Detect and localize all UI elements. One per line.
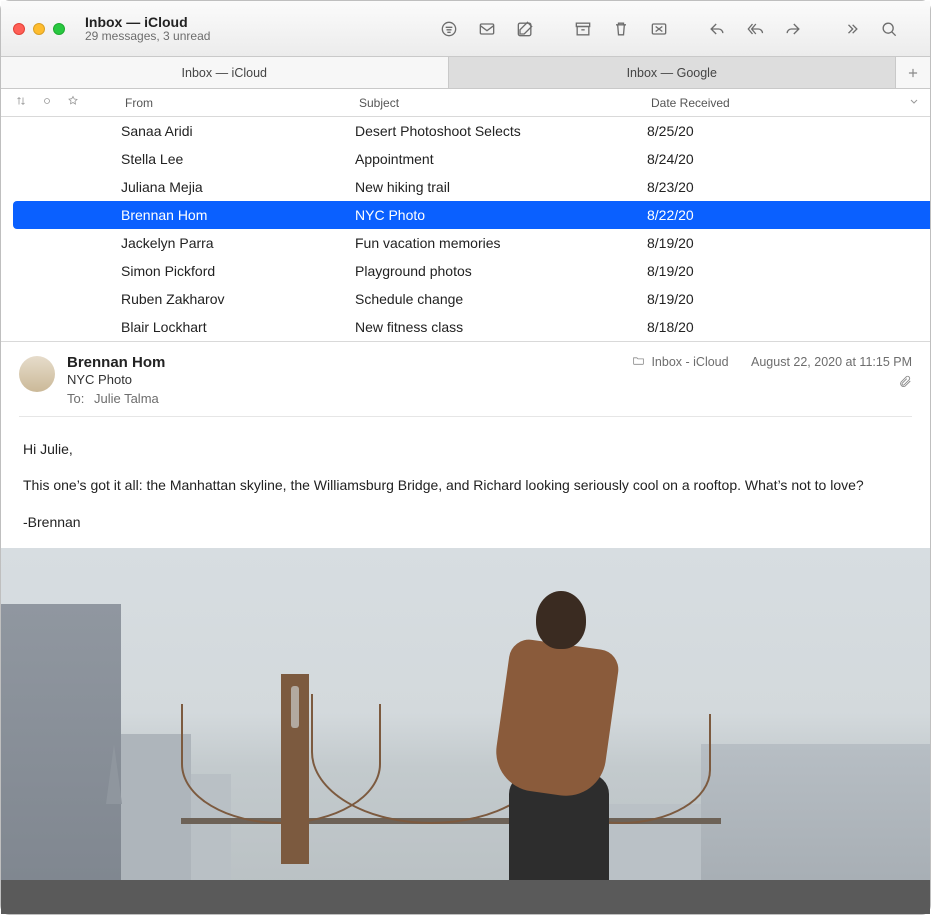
archive-button[interactable] xyxy=(564,15,602,43)
row-from: Jackelyn Parra xyxy=(121,235,355,251)
zoom-window-button[interactable] xyxy=(53,23,65,35)
body-paragraph: This one’s got it all: the Manhattan sky… xyxy=(23,475,908,495)
get-mail-button[interactable] xyxy=(468,15,506,43)
header-divider xyxy=(19,416,912,417)
row-subject: Playground photos xyxy=(355,263,647,279)
filter-button[interactable] xyxy=(430,15,468,43)
message-row[interactable]: Blair LockhartNew fitness class8/18/20 xyxy=(1,313,930,341)
window-title-block: Inbox — iCloud 29 messages, 3 unread xyxy=(85,14,210,44)
message-from: Brennan Hom xyxy=(67,354,620,371)
toolbar xyxy=(420,15,918,43)
tab-label: Inbox — iCloud xyxy=(182,66,267,80)
close-window-button[interactable] xyxy=(13,23,25,35)
column-header-from[interactable]: From xyxy=(121,96,355,110)
row-from: Stella Lee xyxy=(121,151,355,167)
row-subject: Appointment xyxy=(355,151,647,167)
row-date: 8/18/20 xyxy=(647,319,930,335)
message-body: Hi Julie, This one’s got it all: the Manh… xyxy=(1,425,930,548)
more-toolbar-button[interactable] xyxy=(832,15,870,43)
row-subject: NYC Photo xyxy=(355,207,647,223)
row-from: Sanaa Aridi xyxy=(121,123,355,139)
row-from: Ruben Zakharov xyxy=(121,291,355,307)
row-date: 8/23/20 xyxy=(647,179,930,195)
message-mailbox: Inbox - iCloud xyxy=(651,355,728,369)
row-date: 8/19/20 xyxy=(647,235,930,251)
row-date: 8/19/20 xyxy=(647,291,930,307)
message-row[interactable]: Jackelyn ParraFun vacation memories8/19/… xyxy=(1,229,930,257)
tab-inbox-google[interactable]: Inbox — Google xyxy=(449,57,897,88)
row-date: 8/24/20 xyxy=(647,151,930,167)
message-row[interactable]: Sanaa AridiDesert Photoshoot Selects8/25… xyxy=(1,117,930,145)
flag-filter-icon[interactable] xyxy=(67,95,79,110)
body-paragraph: -Brennan xyxy=(23,512,908,532)
row-subject: Desert Photoshoot Selects xyxy=(355,123,647,139)
message-header: Brennan Hom NYC Photo To: Julie Talma In… xyxy=(1,341,930,425)
message-location: Inbox - iCloud August 22, 2020 at 11:15 … xyxy=(632,354,912,370)
compose-button[interactable] xyxy=(506,15,544,43)
folder-icon xyxy=(632,354,645,370)
new-tab-button[interactable] xyxy=(896,57,930,88)
row-date: 8/22/20 xyxy=(647,207,930,223)
message-row[interactable]: Ruben ZakharovSchedule change8/19/20 xyxy=(1,285,930,313)
minimize-window-button[interactable] xyxy=(33,23,45,35)
reply-all-button[interactable] xyxy=(736,15,774,43)
row-subject: Fun vacation memories xyxy=(355,235,647,251)
junk-button[interactable] xyxy=(640,15,678,43)
message-row[interactable]: Simon PickfordPlayground photos8/19/20 xyxy=(1,257,930,285)
message-subject: NYC Photo xyxy=(67,372,620,387)
tab-bar: Inbox — iCloud Inbox — Google xyxy=(1,57,930,89)
window-title: Inbox — iCloud xyxy=(85,14,210,30)
to-label: To: xyxy=(67,391,84,406)
tab-inbox-icloud[interactable]: Inbox — iCloud xyxy=(1,57,449,88)
message-list: Sanaa AridiDesert Photoshoot Selects8/25… xyxy=(1,117,930,341)
attachment-icon xyxy=(898,374,912,391)
titlebar: Inbox — iCloud 29 messages, 3 unread xyxy=(1,1,930,57)
attachment-image xyxy=(1,548,930,914)
to-value: Julie Talma xyxy=(94,391,159,406)
row-from: Blair Lockhart xyxy=(121,319,355,335)
body-paragraph: Hi Julie, xyxy=(23,439,908,459)
search-button[interactable] xyxy=(870,15,908,43)
forward-button[interactable] xyxy=(774,15,812,43)
row-subject: Schedule change xyxy=(355,291,647,307)
message-row[interactable]: Stella LeeAppointment8/24/20 xyxy=(1,145,930,173)
message-row[interactable]: Brennan HomNYC Photo8/22/20 xyxy=(13,201,930,229)
message-row[interactable]: Juliana MejiaNew hiking trail8/23/20 xyxy=(1,173,930,201)
row-date: 8/19/20 xyxy=(647,263,930,279)
unread-filter-icon[interactable] xyxy=(41,95,53,110)
sort-icon[interactable] xyxy=(15,95,27,110)
tab-label: Inbox — Google xyxy=(627,66,717,80)
row-subject: New fitness class xyxy=(355,319,647,335)
window-controls xyxy=(13,23,65,35)
column-gutter xyxy=(1,95,121,110)
column-header-row: From Subject Date Received xyxy=(1,89,930,117)
row-from: Brennan Hom xyxy=(121,207,355,223)
avatar xyxy=(19,356,55,392)
column-header-subject[interactable]: Subject xyxy=(355,96,647,110)
message-to-line: To: Julie Talma xyxy=(67,391,620,406)
row-from: Simon Pickford xyxy=(121,263,355,279)
delete-button[interactable] xyxy=(602,15,640,43)
window-subtitle: 29 messages, 3 unread xyxy=(85,30,210,44)
row-from: Juliana Mejia xyxy=(121,179,355,195)
row-subject: New hiking trail xyxy=(355,179,647,195)
reply-button[interactable] xyxy=(698,15,736,43)
row-date: 8/25/20 xyxy=(647,123,930,139)
chevron-down-icon xyxy=(908,95,920,110)
message-date: August 22, 2020 at 11:15 PM xyxy=(751,355,912,369)
column-header-date[interactable]: Date Received xyxy=(647,96,930,110)
